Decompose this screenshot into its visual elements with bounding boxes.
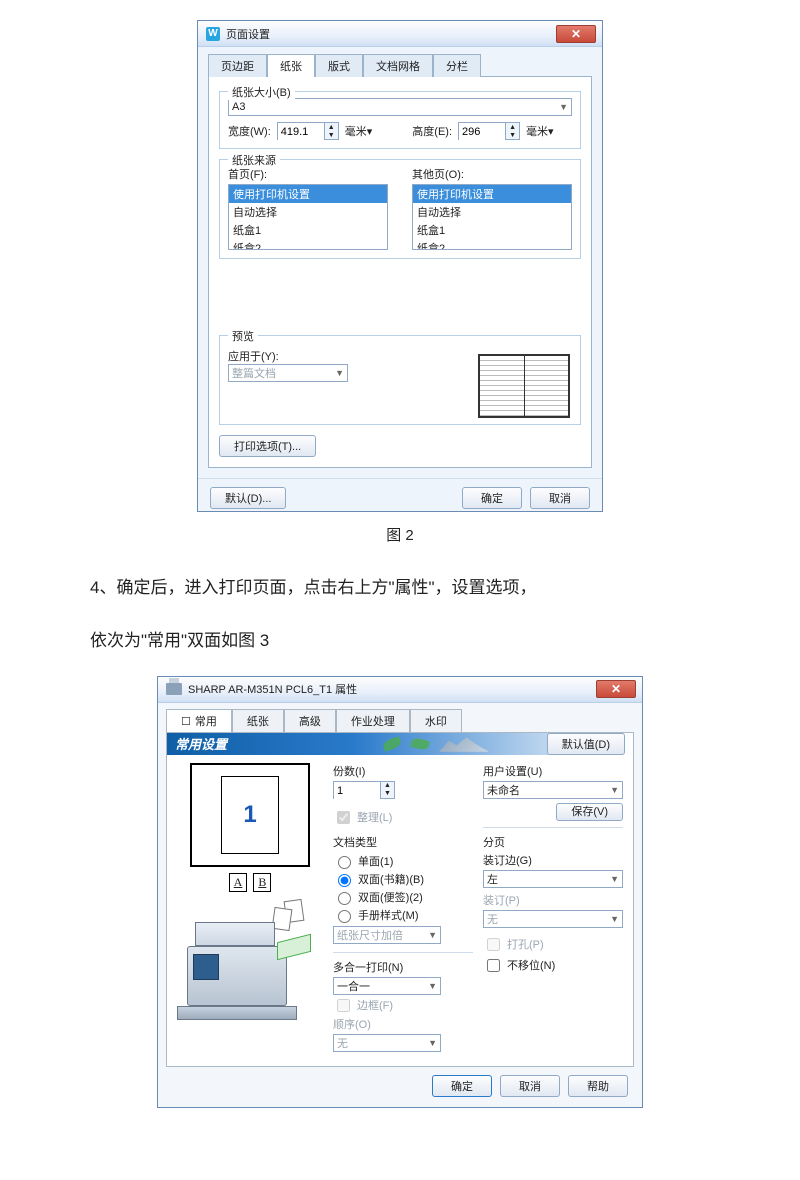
spin-down-icon[interactable]: ▼ bbox=[381, 790, 394, 798]
binding-edge-label: 装订边(G) bbox=[483, 852, 623, 868]
list-item[interactable]: 使用打印机设置 bbox=[413, 185, 571, 203]
doctype-radio[interactable]: 手册样式(M) bbox=[333, 906, 473, 924]
tab-paper[interactable]: 纸张 bbox=[267, 54, 315, 77]
doctype-radio[interactable]: 单面(1) bbox=[333, 852, 473, 870]
spin-down-icon[interactable]: ▼ bbox=[325, 131, 338, 139]
width-input[interactable] bbox=[278, 123, 324, 141]
cancel-button[interactable]: 取消 bbox=[500, 1075, 560, 1097]
tab-watermark[interactable]: 水印 bbox=[410, 709, 462, 732]
titlebar[interactable]: SHARP AR-M351N PCL6_T1 属性 ✕ bbox=[158, 677, 642, 703]
spin-down-icon[interactable]: ▼ bbox=[506, 131, 519, 139]
list-item[interactable]: 纸盒1 bbox=[229, 221, 387, 239]
order-select: 无▼ bbox=[333, 1034, 441, 1052]
tab-common[interactable]: ☐常用 bbox=[166, 709, 232, 732]
width-label: 宽度(W): bbox=[228, 123, 271, 139]
height-unit[interactable]: 毫米▾ bbox=[526, 123, 554, 139]
print-options-button[interactable]: 打印选项(T)... bbox=[219, 435, 316, 457]
chevron-down-icon: ▼ bbox=[559, 102, 568, 112]
collate-checkbox: 整理(L) bbox=[333, 807, 473, 828]
first-page-list[interactable]: 使用打印机设置 自动选择 纸盒1 纸盒2 bbox=[228, 184, 388, 250]
page-setup-dialog: W 页面设置 ✕ 页边距 纸张 版式 文档网格 分栏 纸张大小(B) A3 ▼ bbox=[197, 20, 603, 512]
cancel-button[interactable]: 取消 bbox=[530, 487, 590, 509]
border-checkbox: 边框(F) bbox=[333, 995, 473, 1016]
tab-docgrid[interactable]: 文档网格 bbox=[363, 54, 433, 77]
body-paragraph: 依次为"常用"双面如图 3 bbox=[90, 622, 710, 659]
printer-illustration bbox=[177, 900, 317, 1020]
defaults-button[interactable]: 默认值(D) bbox=[547, 733, 625, 755]
spin-up-icon[interactable]: ▲ bbox=[506, 123, 519, 131]
printer-properties-dialog: SHARP AR-M351N PCL6_T1 属性 ✕ ☐常用 纸张 高级 作业… bbox=[157, 676, 643, 1108]
paging-label: 分页 bbox=[483, 834, 623, 850]
doctype-label: 文档类型 bbox=[333, 834, 473, 850]
height-input[interactable] bbox=[459, 123, 505, 141]
list-item[interactable]: 自动选择 bbox=[413, 203, 571, 221]
tab-columns[interactable]: 分栏 bbox=[433, 54, 481, 77]
spin-up-icon[interactable]: ▲ bbox=[381, 782, 394, 790]
paper-size-select[interactable]: A3 ▼ bbox=[228, 98, 572, 116]
tab-layout[interactable]: 版式 bbox=[315, 54, 363, 77]
printer-icon bbox=[166, 683, 182, 695]
width-unit[interactable]: 毫米▾ bbox=[345, 123, 373, 139]
ok-button[interactable]: 确定 bbox=[432, 1075, 492, 1097]
help-button[interactable]: 帮助 bbox=[568, 1075, 628, 1097]
section-header: 常用设置 默认值(D) bbox=[167, 733, 633, 755]
copies-spinner[interactable]: ▲▼ bbox=[333, 781, 395, 799]
copies-input[interactable] bbox=[334, 782, 380, 800]
list-item[interactable]: 纸盒1 bbox=[413, 221, 571, 239]
ok-button[interactable]: 确定 bbox=[462, 487, 522, 509]
apply-to-select[interactable]: 整篇文档 ▼ bbox=[228, 364, 348, 382]
orientation-indicator: A B bbox=[177, 873, 323, 892]
staple-label: 装订(P) bbox=[483, 892, 623, 908]
user-settings-select[interactable]: 未命名▼ bbox=[483, 781, 623, 799]
figure-caption: 图 2 bbox=[60, 524, 740, 545]
tabstrip: 页边距 纸张 版式 文档网格 分栏 bbox=[208, 53, 592, 77]
tab-job[interactable]: 作业处理 bbox=[336, 709, 410, 732]
height-label: 高度(E): bbox=[412, 123, 452, 139]
dialog-title: SHARP AR-M351N PCL6_T1 属性 bbox=[188, 681, 357, 697]
other-pages-list[interactable]: 使用打印机设置 自动选择 纸盒1 纸盒2 bbox=[412, 184, 572, 250]
list-item[interactable]: 纸盒2 bbox=[413, 239, 571, 250]
page-icon: ☐ bbox=[181, 716, 191, 728]
paper-source-group: 纸张来源 首页(F): 使用打印机设置 自动选择 纸盒1 纸盒2 bbox=[219, 159, 581, 259]
titlebar[interactable]: W 页面设置 ✕ bbox=[198, 21, 602, 47]
staple-select: 无▼ bbox=[483, 910, 623, 928]
width-spinner[interactable]: ▲▼ bbox=[277, 122, 339, 140]
preview-group: 预览 应用于(Y): 整篇文档 ▼ bbox=[219, 335, 581, 425]
doctype-radio[interactable]: 双面(便签)(2) bbox=[333, 888, 473, 906]
noshift-checkbox[interactable]: 不移位(N) bbox=[483, 955, 623, 976]
list-item[interactable]: 使用打印机设置 bbox=[229, 185, 387, 203]
user-settings-label: 用户设置(U) bbox=[483, 763, 623, 779]
default-button[interactable]: 默认(D)... bbox=[210, 487, 286, 509]
app-icon: W bbox=[206, 27, 220, 41]
paper-enlarge-select: 纸张尺寸加倍▼ bbox=[333, 926, 441, 944]
other-pages-label: 其他页(O): bbox=[412, 169, 464, 181]
punch-checkbox: 打孔(P) bbox=[483, 934, 623, 955]
list-item[interactable]: 自动选择 bbox=[229, 203, 387, 221]
close-icon[interactable]: ✕ bbox=[596, 680, 636, 698]
first-page-label: 首页(F): bbox=[228, 169, 267, 181]
save-button[interactable]: 保存(V) bbox=[556, 803, 623, 821]
preview-thumbnail bbox=[478, 354, 570, 418]
order-label: 顺序(O) bbox=[333, 1016, 473, 1032]
tab-advanced[interactable]: 高级 bbox=[284, 709, 336, 732]
tab-margins[interactable]: 页边距 bbox=[208, 54, 267, 77]
copies-label: 份数(I) bbox=[333, 763, 473, 779]
tabstrip: ☐常用 纸张 高级 作业处理 水印 bbox=[158, 703, 642, 732]
tab-paper[interactable]: 纸张 bbox=[232, 709, 284, 732]
chevron-down-icon: ▼ bbox=[335, 368, 344, 378]
apply-to-label: 应用于(Y): bbox=[228, 348, 279, 364]
nup-select[interactable]: 一合一▼ bbox=[333, 977, 441, 995]
close-icon[interactable]: ✕ bbox=[556, 25, 596, 43]
paper-size-group: 纸张大小(B) A3 ▼ 宽度(W): ▲▼ 毫米▾ 高度(E): bbox=[219, 91, 581, 149]
page-preview: 1 bbox=[190, 763, 310, 867]
binding-edge-select[interactable]: 左▼ bbox=[483, 870, 623, 888]
height-spinner[interactable]: ▲▼ bbox=[458, 122, 520, 140]
dialog-title: 页面设置 bbox=[226, 26, 270, 42]
nup-label: 多合一打印(N) bbox=[333, 959, 473, 975]
spin-up-icon[interactable]: ▲ bbox=[325, 123, 338, 131]
body-paragraph: 4、确定后，进入打印页面，点击右上方"属性"，设置选项， bbox=[90, 569, 710, 606]
list-item[interactable]: 纸盒2 bbox=[229, 239, 387, 250]
doctype-radio[interactable]: 双面(书籍)(B) bbox=[333, 870, 473, 888]
